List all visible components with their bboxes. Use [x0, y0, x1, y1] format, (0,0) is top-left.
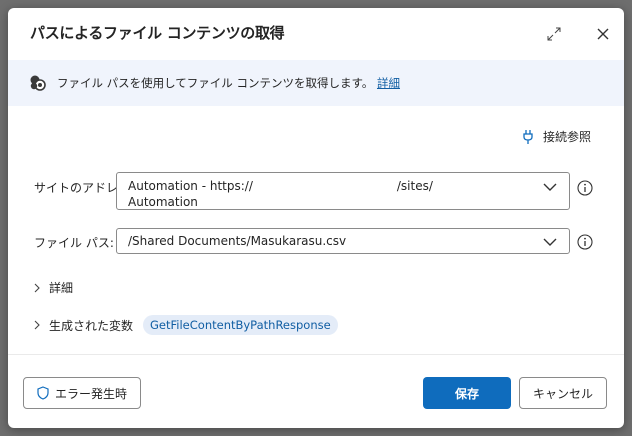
save-button[interactable]: 保存	[423, 377, 511, 409]
plug-icon	[523, 129, 533, 144]
file-path-label: ファイル パス:	[34, 236, 114, 250]
info-icon[interactable]	[577, 234, 593, 250]
details-expander[interactable]: 詳細	[32, 279, 73, 296]
info-banner: ファイル パスを使用してファイル コンテンツを取得します。 詳細	[8, 60, 624, 106]
connection-reference-button[interactable]: 接続参照	[522, 128, 591, 145]
close-button[interactable]	[591, 22, 615, 46]
chevron-right-icon	[34, 283, 40, 292]
file-path-dropdown[interactable]: /Shared Documents/Masukarasu.csv	[116, 228, 570, 254]
banner-text: ファイル パスを使用してファイル コンテンツを取得します。	[57, 76, 374, 90]
learn-more-link[interactable]: 詳細	[377, 76, 400, 90]
chevron-down-icon	[543, 238, 557, 246]
info-icon[interactable]	[577, 180, 593, 196]
details-label: 詳細	[49, 281, 74, 295]
cancel-button[interactable]: キャンセル	[519, 377, 607, 409]
on-error-button[interactable]: エラー発生時	[23, 377, 141, 409]
on-error-label: エラー発生時	[54, 386, 127, 401]
site-address-dropdown[interactable]: Automation - https:// /sites/ Automation	[116, 172, 570, 210]
variable-chip[interactable]: GetFileContentByPathResponse	[143, 315, 338, 335]
site-address-value-part2: /sites/	[396, 179, 433, 193]
footer-divider	[8, 354, 624, 355]
generated-variables-expander[interactable]: 生成された変数 GetFileContentByPathResponse	[32, 315, 338, 335]
site-address-value-line2: Automation	[128, 195, 198, 209]
close-icon	[597, 28, 609, 40]
connection-reference-label: 接続参照	[543, 130, 592, 144]
chevron-right-icon	[34, 320, 40, 330]
dialog: パスによるファイル コンテンツの取得 ファイル パスを使用してファイル コンテン…	[8, 8, 624, 428]
chevron-down-icon	[543, 183, 557, 191]
expand-button[interactable]	[542, 22, 566, 46]
site-address-value-part1: Automation - https://	[128, 179, 253, 193]
shield-icon	[37, 386, 49, 400]
connector-icon	[30, 75, 46, 91]
dialog-title: パスによるファイル コンテンツの取得	[30, 24, 285, 42]
file-path-value: /Shared Documents/Masukarasu.csv	[128, 234, 347, 248]
expand-icon	[547, 27, 561, 41]
generated-variables-label: 生成された変数	[49, 318, 134, 333]
